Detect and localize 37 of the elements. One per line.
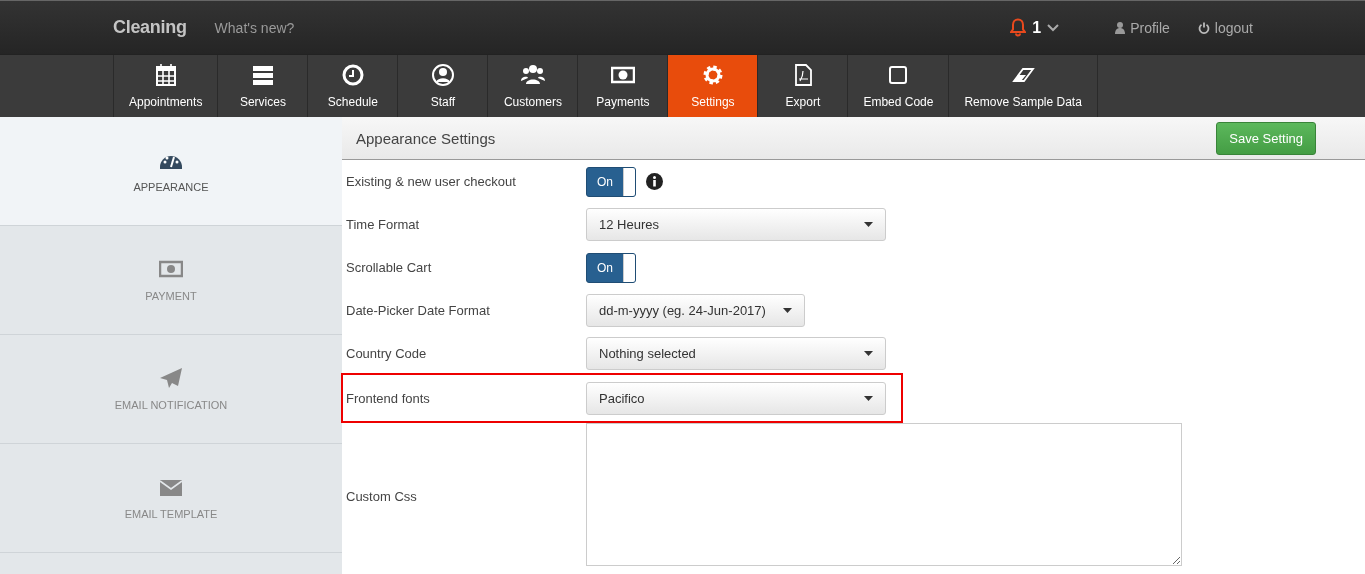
brand-name[interactable]: Cleaning <box>113 17 187 38</box>
users-icon <box>520 63 545 87</box>
panel-title: Appearance Settings <box>356 129 496 147</box>
paper-plane-icon <box>159 367 183 389</box>
power-icon <box>1197 21 1210 34</box>
field-label: Country Code <box>346 346 428 361</box>
whats-new-link[interactable]: What's new? <box>214 19 295 36</box>
toggle-switch[interactable]: On <box>586 252 636 283</box>
field-label: Time Format <box>346 217 421 232</box>
sidebar-tab[interactable]: APPEARANCE <box>0 117 342 226</box>
dropdown[interactable]: Pacifico <box>586 381 886 415</box>
profile-link[interactable]: Profile <box>1115 19 1170 36</box>
caret-icon <box>783 308 792 313</box>
field-label: Existing & new user checkout <box>346 174 517 189</box>
field-label: Scrollable Cart <box>346 260 433 275</box>
caret-icon <box>864 395 873 401</box>
toggle-switch[interactable]: On <box>586 166 636 197</box>
dropdown[interactable]: Nothing selected <box>586 337 886 370</box>
notifications-button[interactable]: 1 <box>1010 18 1060 37</box>
user-icon <box>1115 21 1126 34</box>
bell-icon <box>1010 18 1027 37</box>
field-label: Date-Picker Date Format <box>346 303 491 318</box>
dropdown[interactable]: dd-m-yyyy (eg. 24-Jun-2017) <box>586 294 805 327</box>
caret-icon <box>864 351 873 356</box>
clock-icon <box>340 63 365 87</box>
logout-link[interactable]: logout <box>1197 19 1253 36</box>
banknote-icon <box>159 258 183 280</box>
field-label: Custom Css <box>346 489 418 504</box>
caret-icon <box>864 222 873 227</box>
chevron-down-icon <box>1047 23 1060 32</box>
field-label: Frontend fonts <box>346 390 431 406</box>
calendar-icon <box>153 63 178 87</box>
dropdown[interactable]: 12 Heures <box>586 208 886 241</box>
info-icon[interactable] <box>646 173 663 190</box>
nav-tab[interactable]: Settings <box>667 55 758 117</box>
user-circle-icon <box>430 63 455 87</box>
server-icon <box>250 63 275 87</box>
